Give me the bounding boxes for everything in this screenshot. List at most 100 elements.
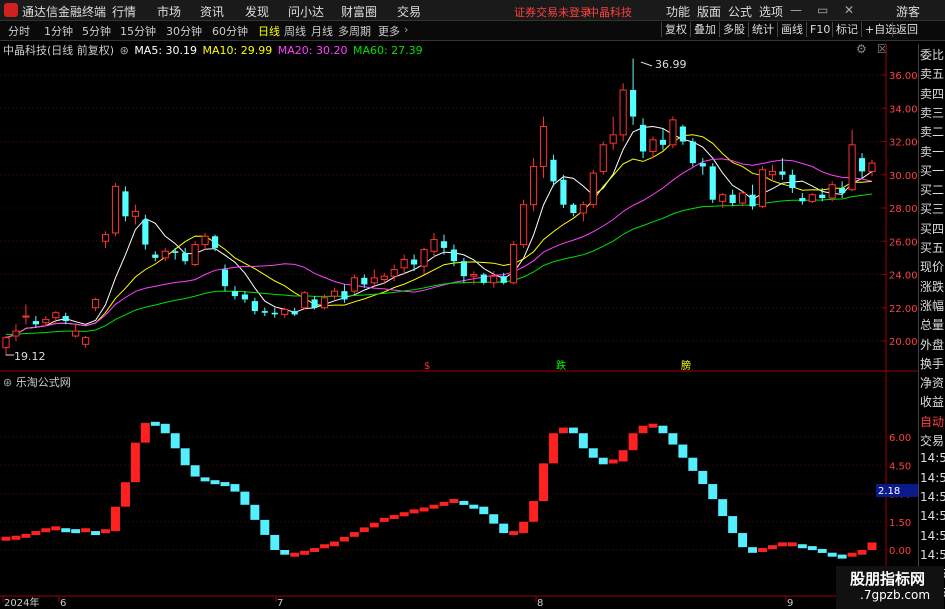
marker-dollar: $ [424,361,430,372]
candle-body [301,292,309,309]
quote-panel-label[interactable]: 涨跌 [920,278,945,295]
indicator-bar [738,533,748,548]
candle-body [122,191,129,217]
candle-body [749,194,756,207]
indicator-bar [160,423,170,434]
quote-panel-label[interactable]: 外盘 [920,336,945,353]
main-grid [0,74,886,342]
quote-panel-label[interactable]: 现价 [920,258,945,275]
quote-panel-label[interactable]: 买五 [920,239,945,256]
indicator-bar [320,544,330,549]
candle-body [440,241,448,248]
candle-body [470,274,478,277]
quote-panel-label[interactable]: 换手 [920,355,945,372]
candle-body [221,269,229,287]
candle-body [550,159,557,182]
indicator-bar [449,499,459,504]
quote-panel-label[interactable]: 净资 [920,374,945,391]
candle-body [241,294,248,300]
candle-body [2,337,10,349]
indicator-bar [21,533,31,538]
quote-panel-label[interactable]: 卖三 [920,104,945,121]
candle-body [291,311,298,315]
indicator-bar [489,514,499,524]
candle-body [271,312,278,315]
candle-body [420,249,428,267]
candle-body [82,337,90,345]
quote-panel-label[interactable]: 卖一 [920,143,945,160]
indicator-bar [509,531,519,536]
chart-canvas[interactable]: 36.00 34.00 32.00 30.00 28.00 26.00 24.00 22.00… [0,0,918,609]
candle-body [341,291,348,300]
quote-panel-label[interactable]: 卖五 [920,65,945,82]
candle-body [142,219,149,245]
quote-panel-label[interactable]: 卖四 [920,85,945,102]
candle-body [191,244,199,266]
indicator-bar [668,433,678,445]
quote-panel-label[interactable]: 买一 [920,162,945,179]
quote-panel-label[interactable]: 交易 [920,432,945,449]
candle-body [729,194,736,204]
sub-axis-label: 0.00 [889,546,911,557]
high-price-arrow-icon [640,61,653,67]
candle-body [281,308,289,315]
candle-body [689,141,696,164]
candle-body [350,277,358,292]
indicator-bar [718,499,728,517]
candle-body [411,259,418,265]
quote-panel-label[interactable]: 14:56 [920,548,945,562]
price-axis-label: 22.00 [889,304,918,315]
quote-panel: 委比卖五卖四卖三卖二卖一买一买二买三买四买五现价涨跌涨幅总量外盘换手净资收益自动… [918,44,945,609]
indicator-bar [499,523,509,534]
candle-body [669,119,677,146]
main-price-axis: 36.00 34.00 32.00 30.00 28.00 26.00 24.00 22.00… [882,71,918,348]
quote-panel-label[interactable]: 买二 [920,181,945,198]
sub-axis-label: 1.50 [889,518,911,529]
candle-body [659,139,667,145]
candle-body [211,236,219,248]
candle-body [330,290,339,297]
indicator-bar [310,548,320,552]
price-axis-label: 36.00 [889,71,918,82]
indicator-bar [230,484,240,492]
indicator-bar [11,535,21,540]
date-axis: 2024年 6 7 8 9 [2,596,793,609]
indicator-bar [767,545,777,550]
quote-panel-label[interactable]: 14:56 [920,509,945,523]
indicator-bar [638,425,648,434]
date-axis-label: 9 [787,598,793,609]
quote-panel-label[interactable]: 委比 [920,46,945,63]
quote-panel-label[interactable]: 买四 [920,220,945,237]
indicator-bar [688,457,698,471]
price-axis-label: 32.00 [889,138,918,149]
candle-body [679,126,686,142]
candle-body [261,311,268,313]
indicator-bar [758,548,767,552]
quote-panel-label[interactable]: 卖二 [920,123,945,140]
watermark: 股朋指标网 .7gpzb.com [836,566,944,609]
candle-body [848,144,856,191]
quote-panel-label[interactable]: 14:56 [920,451,945,465]
indicator-bar [290,552,300,557]
quote-panel-label[interactable]: 收益 [920,393,945,410]
ma10-line [5,134,873,339]
quote-panel-label[interactable]: 涨幅 [920,297,945,314]
candle-body [430,239,438,252]
quote-panel-label[interactable]: 买三 [920,200,945,217]
ma5-line [5,125,873,339]
quote-panel-label[interactable]: 14:56 [920,529,945,543]
indicator-bar [170,433,180,449]
quote-panel-label[interactable]: 自动 [920,413,945,430]
quote-panel-label[interactable]: 14:56 [920,490,945,504]
candle-body [101,234,110,242]
price-axis-label: 28.00 [889,204,918,215]
indicator-bar [827,552,837,557]
quote-panel-label[interactable]: 14:56 [920,471,945,485]
quote-panel-label[interactable]: 总量 [920,316,945,333]
candle-body [630,89,637,117]
date-axis-label: 2024年 [4,596,39,609]
indicator-bar [31,531,41,536]
candle-body [361,277,368,285]
price-axis-label: 34.00 [889,104,918,115]
indicator-bar [51,526,61,531]
